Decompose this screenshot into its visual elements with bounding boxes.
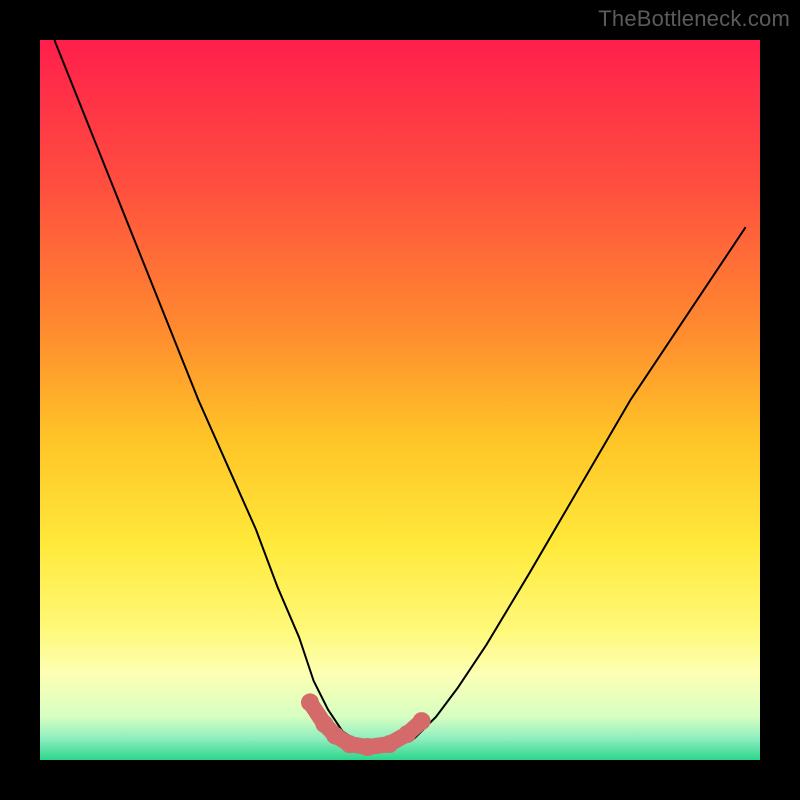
- watermark-label: TheBottleneck.com: [598, 6, 790, 32]
- valley-bead: [413, 712, 431, 730]
- gradient-background: [40, 40, 760, 760]
- chart-svg: [40, 40, 760, 760]
- valley-bead: [380, 735, 398, 753]
- valley-bead: [301, 693, 319, 711]
- valley-bead: [341, 735, 359, 753]
- plot-area: [40, 40, 760, 760]
- valley-bead: [359, 738, 377, 756]
- valley-bead: [398, 725, 416, 743]
- chart-frame: TheBottleneck.com: [0, 0, 800, 800]
